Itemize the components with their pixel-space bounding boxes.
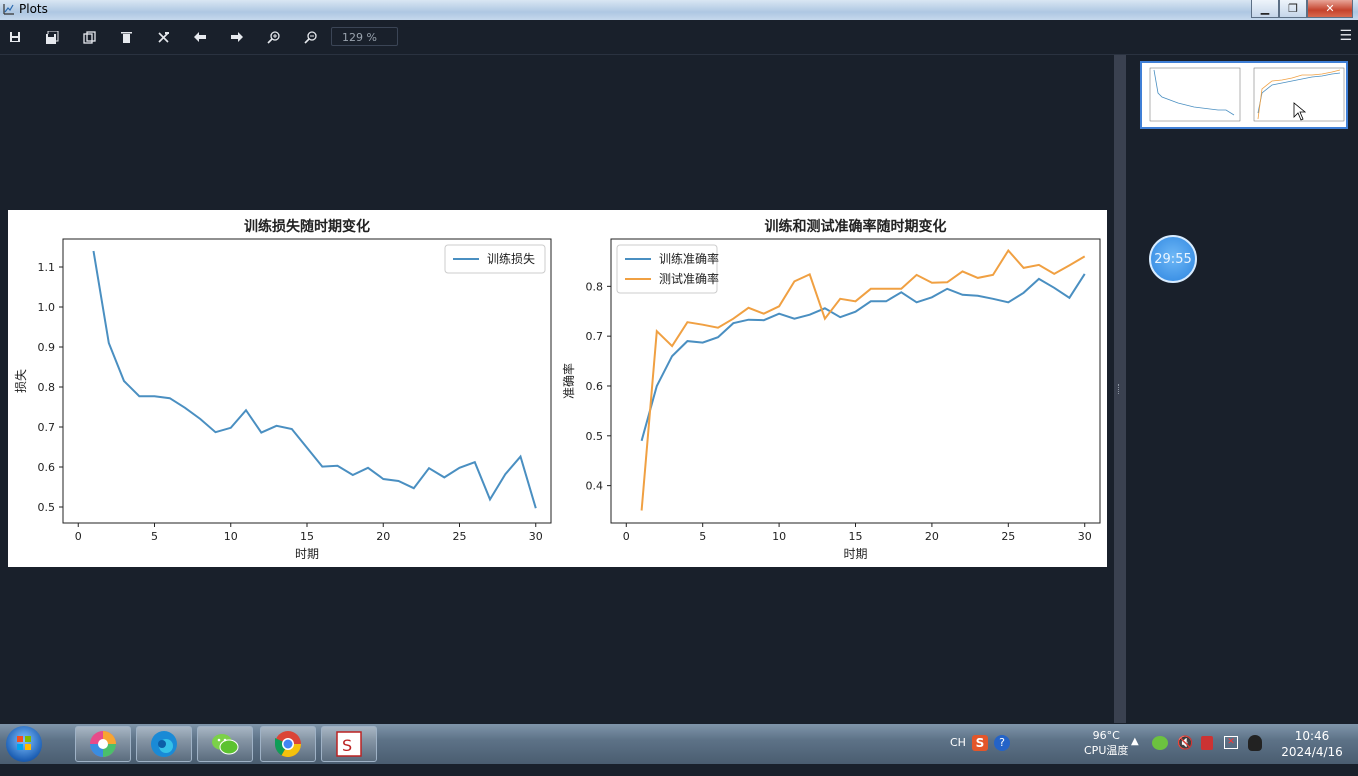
chart-title-1: 训练损失随时期变化 <box>244 218 370 235</box>
timer-badge[interactable]: 29:55 <box>1149 235 1197 283</box>
clock-date: 2024/4/16 <box>1281 745 1343 759</box>
colorful-pinwheel-icon <box>90 731 116 757</box>
y-tick-label: 0.7 <box>586 330 604 343</box>
x-tick-label: 30 <box>529 530 543 543</box>
y-tick-label: 1.1 <box>38 261 56 274</box>
timer-text: 29:55 <box>1154 251 1192 267</box>
forward-arrow-icon[interactable] <box>228 28 246 46</box>
x-tick-label: 15 <box>300 530 314 543</box>
menu-icon[interactable]: ☰ <box>1339 28 1352 44</box>
x-tick-label: 10 <box>224 530 238 543</box>
x-axis-label-1: 时期 <box>295 547 319 561</box>
chart-title-2: 训练和测试准确率随时期变化 <box>765 218 947 235</box>
thumbnail-preview <box>1149 67 1345 122</box>
chrome-icon <box>274 731 302 758</box>
y-tick-label: 0.8 <box>38 381 56 394</box>
security-tray-icon[interactable] <box>1201 736 1213 750</box>
copy-icon[interactable] <box>80 28 98 46</box>
x-tick-label: 20 <box>925 530 939 543</box>
x-tick-label: 10 <box>772 530 786 543</box>
taskbar-app-wechat[interactable] <box>197 726 253 762</box>
x-tick-label: 5 <box>699 530 706 543</box>
sogou-input-icon[interactable]: S <box>972 735 988 751</box>
wechat-tray-icon[interactable] <box>1152 736 1168 750</box>
x-tick-label: 25 <box>1001 530 1015 543</box>
window-title: Plots <box>19 2 48 16</box>
red-s-app-icon: S <box>336 731 362 757</box>
x-tick-label: 30 <box>1078 530 1092 543</box>
windows-logo-icon <box>17 736 31 750</box>
splitter-grip[interactable] <box>1118 384 1123 394</box>
start-button[interactable] <box>6 726 42 762</box>
plots-app-icon <box>3 4 14 15</box>
axes-frame-1 <box>62 238 552 524</box>
taskbar-app-picture-viewer[interactable] <box>75 726 131 762</box>
thumbnail-pane <box>1126 55 1358 723</box>
network-disconnected-icon[interactable]: ✕ <box>1224 736 1238 749</box>
taskbar-app-edge[interactable] <box>136 726 192 762</box>
minimize-button[interactable]: ▁ <box>1251 0 1279 18</box>
qq-tray-icon[interactable] <box>1248 735 1262 751</box>
x-tick-label: 25 <box>453 530 467 543</box>
back-arrow-icon[interactable] <box>191 28 209 46</box>
y-tick-label: 0.5 <box>38 501 56 514</box>
clock-time: 10:46 <box>1294 729 1330 743</box>
x-tick-label: 20 <box>376 530 390 543</box>
taskbar: S CH S ? 96°C CPU温度 ▲ 🔇 ✕ 10:46 2024/4/1… <box>0 724 1358 764</box>
legend-label: 训练准确率 <box>659 251 719 266</box>
wechat-icon <box>212 734 239 755</box>
plots-toolbar: 129 % ☰ <box>0 20 1358 55</box>
cpu-temp-value: 96°C <box>1092 729 1120 742</box>
y-tick-label: 0.8 <box>586 280 604 293</box>
x-tick-label: 5 <box>151 530 158 543</box>
y-tick-label: 1.0 <box>38 301 56 314</box>
language-indicator[interactable]: CH <box>950 736 966 776</box>
zoom-out-icon[interactable] <box>302 28 320 46</box>
y-tick-label: 0.6 <box>586 380 604 393</box>
legend-label: 训练损失 <box>487 251 535 266</box>
restore-button[interactable]: ❐ <box>1279 0 1307 18</box>
delete-all-icon[interactable] <box>154 28 172 46</box>
restore-icon: ❐ <box>1288 2 1298 15</box>
close-button[interactable]: ✕ <box>1307 0 1353 18</box>
window-titlebar: Plots ▁ ❐ ✕ <box>0 0 1358 20</box>
y-tick-label: 0.4 <box>586 480 604 493</box>
taskbar-app-chrome[interactable] <box>260 726 316 762</box>
taskbar-clock[interactable]: 10:46 2024/4/16 <box>1272 728 1352 760</box>
save-icon[interactable] <box>6 28 24 46</box>
x-tick-label: 15 <box>849 530 863 543</box>
close-icon: ✕ <box>1325 2 1335 15</box>
delete-icon[interactable] <box>117 28 135 46</box>
zoom-in-icon[interactable] <box>265 28 283 46</box>
x-tick-label: 0 <box>623 530 630 543</box>
cpu-temp-label: CPU温度 <box>1084 744 1129 757</box>
x-tick-label: 0 <box>75 530 82 543</box>
edge-icon <box>151 731 177 757</box>
plot-image: 训练损失随时期变化 0 5 10 15 20 25 30 0.5 0.6 0.7 0.8 0.9 1.0 1… <box>8 210 1107 567</box>
y-tick-label: 0.9 <box>38 341 56 354</box>
plot-thumbnail[interactable] <box>1140 61 1348 129</box>
y-axis-label-2: 准确率 <box>561 363 576 399</box>
volume-muted-icon[interactable]: 🔇 <box>1177 736 1193 776</box>
legend-label: 测试准确率 <box>659 271 719 286</box>
show-hidden-icons-icon[interactable]: ▲ <box>1131 736 1139 776</box>
save-all-icon[interactable] <box>43 28 61 46</box>
y-axis-label-1: 损失 <box>13 369 28 393</box>
svg-text:S: S <box>342 736 352 755</box>
y-tick-label: 0.5 <box>586 430 604 443</box>
y-tick-label: 0.7 <box>38 421 56 434</box>
y-tick-label: 0.6 <box>38 461 56 474</box>
help-icon[interactable]: ? <box>994 735 1010 751</box>
cpu-temperature: 96°C CPU温度 <box>1084 728 1128 768</box>
x-axis-label-2: 时期 <box>843 547 867 561</box>
minimize-icon: ▁ <box>1260 2 1270 15</box>
zoom-level-field[interactable]: 129 % <box>331 27 398 46</box>
taskbar-app-xmind[interactable]: S <box>321 726 377 762</box>
plots-figure: 训练损失随时期变化 0 5 10 15 20 25 30 0.5 0.6 0.7 0.8 0.9 1.0 1… <box>13 218 1101 561</box>
